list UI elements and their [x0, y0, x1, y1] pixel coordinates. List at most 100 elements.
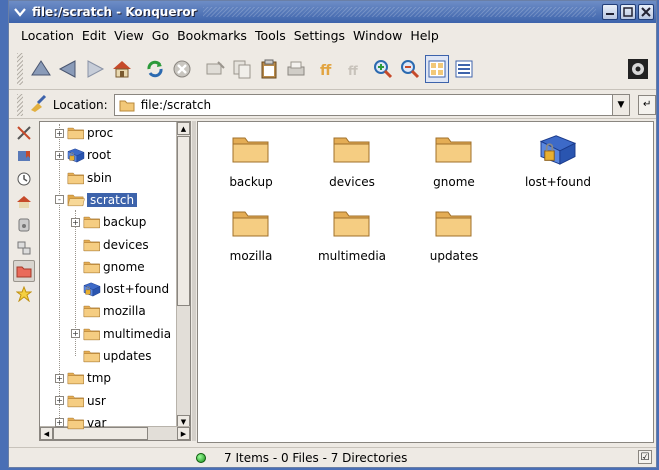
location-dropdown-button[interactable]: ▼ — [612, 93, 631, 116]
location-value: file:/scratch — [140, 97, 212, 112]
scroll-thumb[interactable] — [177, 136, 190, 306]
expand-icon[interactable]: + — [55, 396, 64, 406]
file-item-label: gnome — [433, 175, 475, 189]
back-arrow-icon[interactable] — [56, 55, 80, 83]
home-icon[interactable] — [110, 55, 134, 83]
tree-item-label: scratch — [87, 192, 138, 207]
tree-item-label: usr — [87, 393, 106, 408]
tree-item-backup[interactable]: + backup — [71, 212, 146, 232]
scroll-left-arrow-icon[interactable]: ◀ — [40, 427, 53, 440]
reload-icon[interactable] — [143, 55, 167, 83]
file-item-gnome[interactable]: gnome — [409, 132, 499, 189]
tree-item-usr[interactable]: + usr — [55, 391, 106, 411]
tree-item-label: sbin — [87, 170, 112, 185]
panel-splitter[interactable] — [192, 121, 196, 441]
file-item-mozilla[interactable]: mozilla — [206, 206, 296, 263]
tree-item-gnome[interactable]: gnome — [71, 257, 145, 277]
copy-icon[interactable] — [230, 55, 254, 83]
scroll-right-arrow-icon[interactable]: ▶ — [177, 427, 190, 440]
print-icon[interactable] — [284, 55, 308, 83]
tree-item-root[interactable]: + root — [55, 145, 111, 165]
file-item-label: updates — [429, 249, 479, 263]
menu-bookmarks[interactable]: Bookmarks — [177, 28, 247, 43]
tree-item-scratch[interactable]: - scratch — [55, 190, 138, 210]
tree-item-mozilla[interactable]: mozilla — [71, 301, 146, 321]
folder-icon — [83, 303, 101, 319]
konqueror-gear-icon[interactable] — [626, 55, 650, 83]
stop-icon[interactable] — [170, 55, 194, 83]
folder-open-icon — [67, 192, 85, 208]
go-button[interactable]: ↵ — [638, 94, 656, 115]
folder-icon — [434, 132, 474, 169]
tree-item-label: var — [87, 415, 107, 430]
shrink-font-icon[interactable]: ff — [344, 55, 368, 83]
expand-icon[interactable]: + — [55, 418, 64, 428]
zoom-in-icon[interactable] — [371, 55, 395, 83]
tools-tab-icon[interactable] — [13, 122, 35, 144]
tree-item-multimedia[interactable]: + multimedia — [71, 324, 171, 344]
status-bar: 7 Items - 0 Files - 7 Directories ☑ — [9, 447, 656, 467]
clear-location-icon[interactable] — [29, 94, 49, 115]
file-item-label: backup — [229, 175, 273, 189]
maximize-button[interactable] — [620, 4, 636, 20]
folder-icon — [83, 348, 101, 364]
menu-go[interactable]: Go — [152, 28, 169, 43]
title-bar[interactable]: file:/scratch - Konqueror — [9, 1, 656, 23]
history-tab-icon[interactable] — [13, 168, 35, 190]
paste-icon[interactable] — [257, 55, 281, 83]
expand-icon[interactable]: + — [71, 217, 80, 227]
up-arrow-icon[interactable] — [29, 55, 53, 83]
file-item-lost-found[interactable]: lost+found — [513, 132, 603, 189]
menu-help[interactable]: Help — [410, 28, 439, 43]
tree-item-var[interactable]: + var — [55, 413, 106, 433]
tree-vertical-scrollbar[interactable]: ▲ ▼ — [176, 122, 190, 428]
collapse-icon[interactable]: - — [55, 195, 64, 205]
tree-item-lost-found[interactable]: lost+found — [71, 279, 169, 299]
menu-settings[interactable]: Settings — [294, 28, 345, 43]
expand-icon[interactable]: + — [55, 150, 64, 160]
tree-item-updates[interactable]: updates — [71, 346, 152, 366]
tree-item-sbin[interactable]: sbin — [55, 168, 112, 188]
menu-tools[interactable]: Tools — [255, 28, 286, 43]
detail-view-icon[interactable] — [452, 55, 476, 83]
bookmarks-tab-icon[interactable] — [13, 145, 35, 167]
file-item-devices[interactable]: devices — [307, 132, 397, 189]
location-label: Location: — [52, 97, 108, 112]
location-grip[interactable] — [17, 93, 23, 116]
folder-icon — [83, 259, 101, 275]
close-button[interactable] — [638, 4, 654, 20]
window-menu-icon[interactable] — [11, 3, 29, 21]
expand-icon[interactable]: + — [55, 128, 64, 138]
location-input[interactable]: file:/scratch — [113, 93, 613, 116]
expand-icon[interactable]: + — [71, 329, 80, 339]
svg-text:ff: ff — [348, 64, 358, 78]
scroll-up-arrow-icon[interactable]: ▲ — [177, 122, 190, 135]
root-folder-tab-icon[interactable] — [13, 260, 35, 282]
forward-arrow-icon[interactable] — [83, 55, 107, 83]
network-tab-icon[interactable] — [13, 237, 35, 259]
zoom-out-icon[interactable] — [398, 55, 422, 83]
file-item-updates[interactable]: updates — [409, 206, 499, 263]
file-item-backup[interactable]: backup — [206, 132, 296, 189]
folder-icon — [332, 132, 372, 169]
menu-window[interactable]: Window — [353, 28, 402, 43]
expand-icon[interactable]: + — [55, 373, 64, 383]
tree-item-proc[interactable]: + proc — [55, 123, 113, 143]
menu-location[interactable]: Location — [21, 28, 74, 43]
star-tab-icon[interactable] — [13, 283, 35, 305]
icon-view-icon[interactable] — [425, 54, 449, 83]
tree-item-tmp[interactable]: + tmp — [55, 368, 111, 388]
menu-edit[interactable]: Edit — [82, 28, 106, 43]
minimize-button[interactable] — [602, 4, 618, 20]
toolbar-grip[interactable] — [17, 52, 23, 85]
devices-tab-icon[interactable] — [13, 214, 35, 236]
file-item-multimedia[interactable]: multimedia — [307, 206, 397, 263]
tree-item-devices[interactable]: devices — [71, 235, 149, 255]
window-title: file:/scratch - Konqueror — [32, 5, 197, 19]
view-link-checkbox[interactable]: ☑ — [638, 450, 652, 464]
zoom-font-icon[interactable]: ff — [317, 55, 341, 83]
cut-icon[interactable] — [203, 55, 227, 83]
folder-icon — [67, 415, 85, 431]
menu-view[interactable]: View — [114, 28, 144, 43]
home-tab-icon[interactable] — [13, 191, 35, 213]
